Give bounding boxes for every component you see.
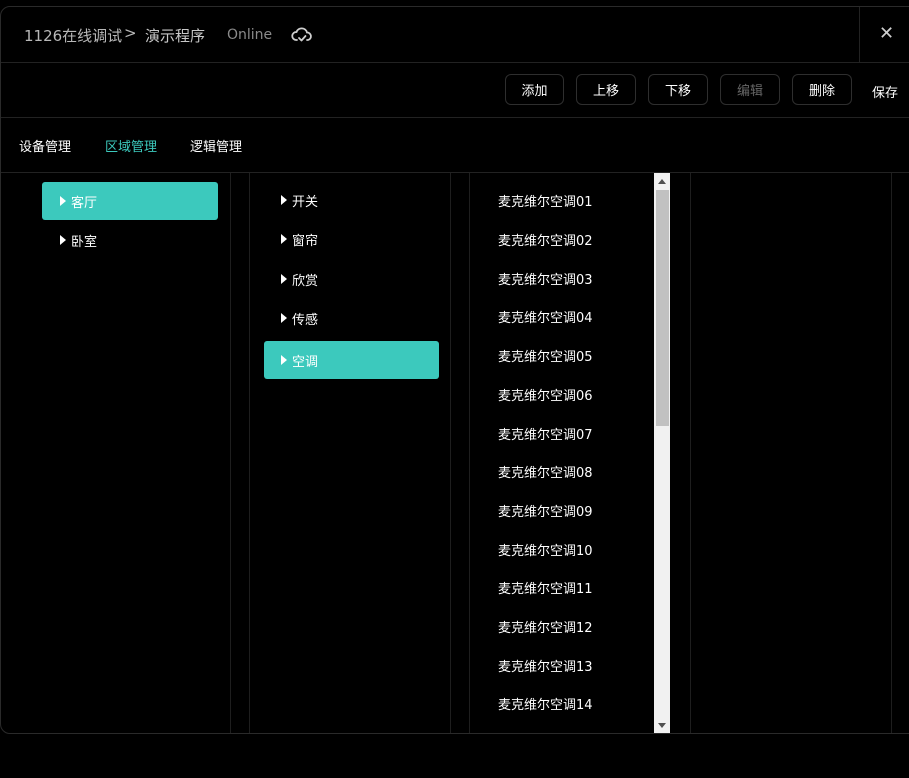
close-icon[interactable]: ✕ <box>879 25 894 43</box>
room-label: 客厅 <box>71 195 98 211</box>
category-label: 欣赏 <box>292 273 319 289</box>
tab-area-management[interactable]: 区域管理 <box>105 136 157 155</box>
category-item-appreciation[interactable]: 欣赏 <box>264 260 439 298</box>
move-down-button[interactable]: 下移 <box>648 74 708 105</box>
scrollbar-thumb[interactable] <box>656 190 669 426</box>
list-item[interactable]: 麦克维尔空调12 <box>498 617 593 636</box>
caret-right-icon <box>281 234 287 244</box>
toolbar: 添加 上移 下移 编辑 删除 保存 <box>1 63 909 118</box>
room-item-bedroom[interactable]: 卧室 <box>42 221 218 259</box>
category-item-switch[interactable]: 开关 <box>264 181 439 219</box>
breadcrumb-root[interactable]: 1126在线调试 <box>24 25 122 46</box>
tab-bar: 设备管理 区域管理 逻辑管理 <box>1 118 909 173</box>
column-divider <box>249 173 250 733</box>
caret-right-icon <box>281 195 287 205</box>
breadcrumb-current: 演示程序 <box>145 27 206 45</box>
list-item[interactable]: 麦克维尔空调03 <box>498 269 593 288</box>
delete-button[interactable]: 删除 <box>792 74 852 105</box>
caret-right-icon <box>60 235 66 245</box>
scroll-down-arrow-icon[interactable] <box>658 723 666 728</box>
caret-right-icon <box>60 196 66 206</box>
breadcrumb-separator-icon: > <box>124 24 137 42</box>
caret-right-icon <box>281 355 287 365</box>
room-label: 卧室 <box>71 234 98 250</box>
column-divider <box>230 173 231 733</box>
list-item[interactable]: 麦克维尔空调07 <box>498 424 593 443</box>
category-item-curtain[interactable]: 窗帘 <box>264 220 439 258</box>
list-item[interactable]: 麦克维尔空调09 <box>498 501 593 520</box>
scroll-up-arrow-icon[interactable] <box>658 179 666 184</box>
list-item[interactable]: 麦克维尔空调06 <box>498 385 593 404</box>
title-bar: 1126在线调试 > 演示程序 Online ✕ <box>1 7 909 63</box>
move-up-button[interactable]: 上移 <box>576 74 636 105</box>
column-divider <box>690 173 691 733</box>
list-item[interactable]: 麦克维尔空调14 <box>498 694 593 713</box>
dialog-window: 1126在线调试 > 演示程序 Online ✕ 添加 上移 下移 编辑 删除 … <box>0 6 909 734</box>
add-button[interactable]: 添加 <box>505 74 564 105</box>
caret-right-icon <box>281 274 287 284</box>
list-item[interactable]: 麦克维尔空调01 <box>498 191 593 210</box>
column-divider <box>891 173 892 733</box>
column-divider <box>450 173 451 733</box>
list-item[interactable]: 麦克维尔空调10 <box>498 540 593 559</box>
list-item[interactable]: 麦克维尔空调05 <box>498 346 593 365</box>
list-item[interactable]: 麦克维尔空调08 <box>498 462 593 481</box>
category-item-sensor[interactable]: 传感 <box>264 299 439 337</box>
category-label: 空调 <box>292 354 319 370</box>
cloud-sync-icon <box>291 27 312 42</box>
save-button[interactable]: 保存 <box>872 82 898 101</box>
column-divider <box>469 173 470 733</box>
tab-device-management[interactable]: 设备管理 <box>19 136 71 155</box>
list-item[interactable]: 麦克维尔空调13 <box>498 656 593 675</box>
online-status: Online <box>227 27 273 43</box>
edit-button[interactable]: 编辑 <box>720 74 780 105</box>
caret-right-icon <box>281 313 287 323</box>
category-label: 传感 <box>292 312 319 328</box>
list-item[interactable]: 麦克维尔空调04 <box>498 307 593 326</box>
category-label: 窗帘 <box>292 233 319 249</box>
list-item[interactable]: 麦克维尔空调02 <box>498 230 593 249</box>
list-item[interactable]: 麦克维尔空调11 <box>498 578 593 597</box>
category-item-air-conditioner[interactable]: 空调 <box>264 341 439 379</box>
category-label: 开关 <box>292 194 319 210</box>
room-item-living-room[interactable]: 客厅 <box>42 182 218 220</box>
tab-logic-management[interactable]: 逻辑管理 <box>190 136 242 155</box>
